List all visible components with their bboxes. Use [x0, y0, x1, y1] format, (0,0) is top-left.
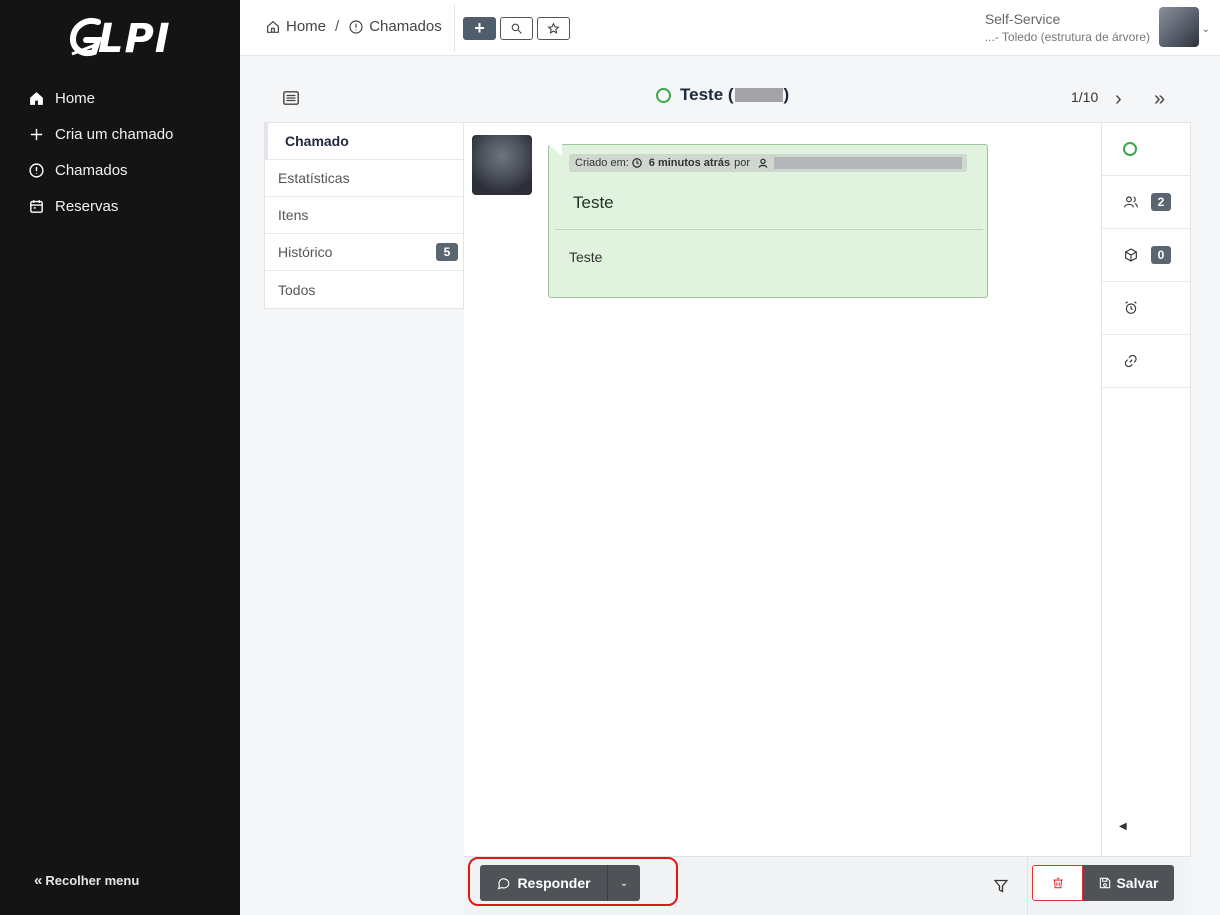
topbar-divider: [454, 4, 455, 52]
profile-name: Self-Service: [984, 11, 1061, 27]
ticket-title-suffix: ): [783, 85, 790, 104]
post-title: Teste: [573, 193, 614, 212]
ticket-title: Teste ( ): [656, 85, 789, 105]
search-icon: [511, 23, 522, 34]
alert-circle-icon: [349, 19, 363, 34]
sidebar: LPI Home Cria um chamado Chamados Reserv…: [0, 0, 240, 915]
alert-circle-icon: [29, 162, 44, 178]
items-count-badge: 0: [1151, 246, 1171, 264]
trash-icon: [1052, 877, 1063, 889]
timeline-item: Criado em: 6 minutos atrás por Teste Tes…: [548, 144, 988, 298]
add-label: +: [474, 18, 485, 38]
calendar-icon: [30, 199, 43, 213]
history-count-badge: 5: [436, 243, 458, 261]
meta-time: 6 minutos atrás: [648, 157, 731, 169]
message-circle-icon: [498, 877, 510, 889]
sidebar-item-label: Home: [55, 89, 96, 107]
actors-count-badge: 2: [1151, 193, 1171, 211]
sidebar-nav: Home Cria um chamado Chamados Reservas: [0, 80, 240, 224]
tab-label: Itens: [278, 207, 309, 223]
breadcrumb-home[interactable]: Home: [286, 18, 326, 35]
meta-created-label: Criado em:: [575, 157, 629, 169]
tab-all[interactable]: Todos: [265, 271, 463, 308]
user-profile[interactable]: Self-Service ...- Toledo (estrutura de á…: [985, 11, 1150, 44]
status-new-icon: [656, 87, 671, 103]
ticket-pager: 1/10: [1071, 89, 1099, 105]
tab-statistics[interactable]: Estatísticas: [265, 160, 463, 197]
logo-text: LPI: [98, 16, 171, 62]
package-icon: [1125, 248, 1137, 262]
reply-main-button[interactable]: Responder: [480, 865, 608, 901]
meta-by-label: por: [734, 157, 751, 169]
collapse-panel-icon[interactable]: ◀: [1119, 821, 1127, 832]
footer-divider: [1027, 857, 1028, 915]
redacted-author: [774, 157, 963, 169]
avatar: [472, 135, 532, 195]
profile-entity: ...- Toledo (estrutura de árvore): [984, 30, 1150, 44]
ticket-title-prefix: Teste (: [680, 85, 734, 104]
ticket-timeline: Criado em: 6 minutos atrás por Teste Tes…: [464, 122, 1101, 856]
home-icon: [30, 91, 43, 105]
home-outline-icon: [267, 20, 279, 33]
link-icon: [1124, 354, 1137, 368]
status-panel-button[interactable]: [1102, 123, 1190, 176]
add-button[interactable]: +: [463, 17, 496, 40]
tab-history[interactable]: Histórico 5: [265, 234, 463, 271]
glpi-logo[interactable]: LPI: [68, 14, 178, 64]
chevron-down-icon[interactable]: ⌄: [608, 865, 640, 901]
breadcrumb-separator: /: [335, 18, 340, 35]
avatar[interactable]: [1159, 7, 1199, 47]
list-icon[interactable]: [283, 91, 299, 105]
sidebar-item-label: Chamados: [55, 161, 128, 179]
post-content: Teste: [569, 249, 603, 265]
topbar: Home / Chamados + Self-Service ...- Tole…: [240, 0, 1220, 56]
next-ticket-button[interactable]: ›: [1115, 88, 1122, 111]
breadcrumb-tickets[interactable]: Chamados: [369, 18, 442, 35]
actors-panel-button[interactable]: 2: [1102, 176, 1190, 229]
collapse-menu-button[interactable]: « Recolher menu: [34, 872, 139, 889]
ticket-footer: Responder ⌄ Salvar: [464, 856, 1191, 915]
tab-items[interactable]: Itens: [265, 197, 463, 234]
last-ticket-button[interactable]: »: [1154, 88, 1165, 111]
items-panel-button[interactable]: 0: [1102, 229, 1190, 282]
plus-icon: [30, 128, 43, 140]
save-button[interactable]: Salvar: [1083, 865, 1174, 901]
sidebar-item-new-ticket[interactable]: Cria um chamado: [0, 116, 240, 152]
ticket-tabs: Chamado Estatísticas Itens Histórico 5 T…: [264, 122, 464, 309]
tab-ticket[interactable]: Chamado: [265, 123, 463, 160]
tab-label: Histórico: [278, 244, 333, 260]
reply-label: Responder: [517, 875, 591, 891]
sla-panel-button[interactable]: [1102, 282, 1190, 335]
favorite-button[interactable]: [537, 17, 570, 40]
breadcrumb: Home / Chamados: [265, 18, 442, 35]
sidebar-item-tickets[interactable]: Chamados: [0, 152, 240, 188]
search-button[interactable]: [500, 17, 533, 40]
filter-icon[interactable]: [994, 879, 1008, 893]
alarm-clock-icon: [1125, 301, 1137, 314]
collapse-menu-label: Recolher menu: [45, 873, 140, 888]
timeline-item-meta: Criado em: 6 minutos atrás por: [569, 154, 967, 172]
sidebar-item-label: Cria um chamado: [55, 125, 174, 143]
tab-label: Estatísticas: [278, 170, 350, 186]
ticket-side-panel: 2 0 ◀: [1101, 122, 1191, 856]
post-divider: [555, 229, 983, 230]
save-icon: [1100, 877, 1111, 889]
sidebar-item-reservations[interactable]: Reservas: [0, 188, 240, 224]
delete-button[interactable]: [1032, 865, 1083, 901]
redacted-id: [734, 88, 783, 102]
users-icon: [1124, 196, 1138, 208]
sidebar-item-home[interactable]: Home: [0, 80, 240, 116]
clock-icon: [631, 158, 642, 168]
save-label: Salvar: [1116, 875, 1159, 891]
double-chevron-left-icon: «: [34, 872, 43, 889]
linked-tickets-panel-button[interactable]: [1102, 335, 1190, 388]
reply-button[interactable]: Responder ⌄: [480, 865, 640, 901]
star-icon: [547, 22, 560, 34]
sidebar-item-label: Reservas: [55, 197, 119, 215]
tab-label: Todos: [278, 281, 316, 298]
status-new-icon: [1123, 142, 1137, 156]
tab-label: Chamado: [285, 133, 349, 149]
user-icon: [758, 158, 768, 168]
chevron-down-icon[interactable]: ⌄: [1202, 24, 1210, 35]
